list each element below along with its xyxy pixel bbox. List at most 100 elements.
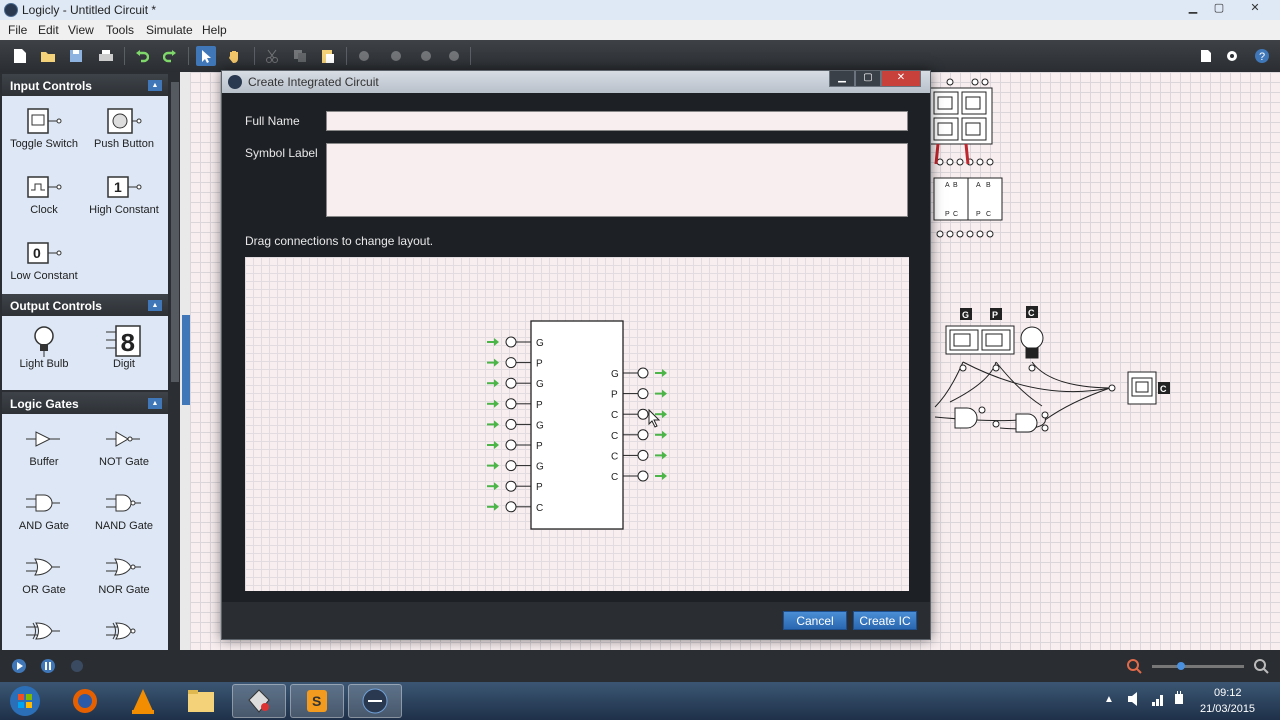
menu-help[interactable]: Help — [202, 23, 227, 37]
input-pin-arrow-icon[interactable] — [487, 379, 499, 388]
ic-layout-area[interactable]: GPGPGPGPCGPCCCC — [245, 257, 909, 591]
explorer-taskbar-icon[interactable] — [174, 684, 228, 718]
output-pin-arrow-icon[interactable] — [655, 451, 667, 460]
sublime-taskbar-icon[interactable]: S — [290, 684, 344, 718]
input-pin-connector[interactable] — [505, 377, 517, 389]
input-pin-arrow-icon[interactable] — [487, 441, 499, 449]
rotate-icon[interactable] — [416, 46, 436, 66]
hand-pan-icon[interactable] — [224, 46, 244, 66]
input-pin-arrow-icon[interactable] — [487, 461, 499, 470]
input-pin-connector[interactable] — [505, 480, 517, 492]
collapse-arrow-icon[interactable]: ▲ — [148, 398, 162, 409]
logic-gates-header[interactable]: Logic Gates ▲ — [2, 392, 168, 414]
logicly-taskbar-icon[interactable] — [348, 684, 402, 718]
close-button[interactable]: ✕ — [1236, 2, 1274, 16]
light-bulb-tool[interactable]: Light Bulb — [4, 324, 84, 370]
full-name-input[interactable] — [326, 111, 908, 131]
input-pin-arrow-icon[interactable] — [487, 338, 499, 346]
print-icon[interactable] — [96, 46, 116, 66]
symbol-label-input[interactable] — [326, 143, 908, 217]
output-pin-connector[interactable] — [637, 429, 649, 441]
zoom-slider-thumb[interactable] — [1177, 662, 1185, 670]
nor-gate-tool[interactable]: NOR Gate — [84, 550, 164, 596]
dialog-minimize-button[interactable]: ▁ — [829, 71, 855, 87]
redo-icon[interactable] — [160, 46, 180, 66]
input-pin-connector[interactable] — [505, 460, 517, 472]
input-pin-connector[interactable] — [505, 357, 517, 369]
high-constant-tool[interactable]: 1 High Constant — [84, 170, 164, 216]
menu-view[interactable]: View — [68, 23, 94, 37]
output-pin-arrow-icon[interactable] — [655, 389, 667, 398]
clock-date[interactable]: 21/03/2015 — [1200, 703, 1255, 715]
save-icon[interactable] — [66, 46, 86, 66]
output-pin-connector[interactable] — [637, 470, 649, 482]
nand-gate-tool[interactable]: NAND Gate — [84, 486, 164, 532]
collapse-arrow-icon[interactable]: ▲ — [148, 80, 162, 91]
input-pin-connector[interactable] — [505, 439, 517, 451]
open-folder-icon[interactable] — [38, 46, 58, 66]
minimize-button[interactable]: ▁ — [1182, 2, 1204, 16]
input-pin-connector[interactable] — [505, 501, 517, 513]
firefox-taskbar-icon[interactable] — [58, 684, 112, 718]
output-pin-arrow-icon[interactable] — [655, 430, 667, 439]
copy-icon[interactable] — [290, 46, 310, 66]
output-pin-arrow-icon[interactable] — [655, 369, 667, 377]
input-pin-arrow-icon[interactable] — [487, 502, 499, 511]
clock-tool[interactable]: Clock — [4, 170, 84, 216]
maximize-button[interactable]: ▢ — [1208, 2, 1230, 16]
input-pin-arrow-icon[interactable] — [487, 482, 499, 491]
zoom-in-icon[interactable] — [1254, 659, 1269, 674]
tray-arrow-icon[interactable]: ▲ — [1104, 694, 1114, 705]
input-pin-arrow-icon[interactable] — [487, 420, 499, 429]
xnor-gate-tool[interactable] — [84, 614, 164, 648]
input-pin-arrow-icon[interactable] — [487, 399, 499, 408]
output-pin-connector[interactable] — [637, 408, 649, 420]
dialog-close-button[interactable]: ✕ — [881, 71, 921, 87]
step-icon[interactable] — [71, 660, 83, 672]
clock-time[interactable]: 09:12 — [1214, 687, 1242, 699]
cut-icon[interactable] — [262, 46, 282, 66]
output-pin-arrow-icon[interactable] — [655, 410, 667, 419]
create-ic-button[interactable]: Create IC — [853, 611, 917, 630]
toggle-switch-tool[interactable]: Toggle Switch — [4, 104, 84, 150]
menu-tools[interactable]: Tools — [106, 23, 134, 37]
xor-gate-tool[interactable] — [4, 614, 84, 648]
menu-edit[interactable]: Edit — [38, 23, 59, 37]
start-button[interactable] — [0, 684, 50, 718]
cancel-button[interactable]: Cancel — [783, 611, 847, 630]
inkscape-taskbar-icon[interactable] — [232, 684, 286, 718]
and-gate-tool[interactable]: AND Gate — [4, 486, 84, 532]
gear-icon[interactable] — [1222, 46, 1242, 66]
input-pin-connector[interactable] — [505, 398, 517, 410]
select-pointer-icon[interactable] — [196, 46, 216, 66]
group-icon[interactable] — [354, 46, 374, 66]
zoom-slider-track[interactable] — [1152, 665, 1244, 668]
undo-icon[interactable] — [132, 46, 152, 66]
ic-symbol-preview[interactable]: GPGPGPGPCGPCCCC — [245, 257, 909, 591]
input-pin-connector[interactable] — [505, 336, 517, 348]
network-icon[interactable] — [1150, 690, 1166, 711]
zoom-out-icon[interactable] — [1127, 659, 1142, 674]
dialog-maximize-button[interactable]: ▢ — [855, 71, 881, 87]
or-gate-tool[interactable]: OR Gate — [4, 550, 84, 596]
paste-icon[interactable] — [318, 46, 338, 66]
collapse-arrow-icon[interactable]: ▲ — [148, 300, 162, 311]
buffer-tool[interactable]: Buffer — [4, 422, 84, 468]
new-file-icon[interactable] — [10, 46, 30, 66]
pause-icon[interactable] — [41, 659, 55, 673]
push-button-tool[interactable]: Push Button — [84, 104, 164, 150]
not-gate-tool[interactable]: NOT Gate — [84, 422, 164, 468]
volume-icon[interactable] — [1126, 690, 1142, 711]
input-pin-connector[interactable] — [505, 418, 517, 430]
output-controls-header[interactable]: Output Controls ▲ — [2, 294, 168, 316]
input-controls-header[interactable]: Input Controls ▲ — [2, 74, 168, 96]
output-pin-arrow-icon[interactable] — [655, 472, 667, 480]
sidebar-scroll-thumb[interactable] — [171, 82, 179, 382]
menu-file[interactable]: File — [8, 23, 27, 37]
sidebar-scrollbar[interactable] — [170, 72, 180, 650]
power-plug-icon[interactable] — [1172, 690, 1186, 711]
output-pin-connector[interactable] — [637, 388, 649, 400]
help-icon[interactable]: ? — [1252, 46, 1272, 66]
ungroup-icon[interactable] — [386, 46, 406, 66]
digit-tool[interactable]: 8 Digit — [84, 324, 164, 370]
